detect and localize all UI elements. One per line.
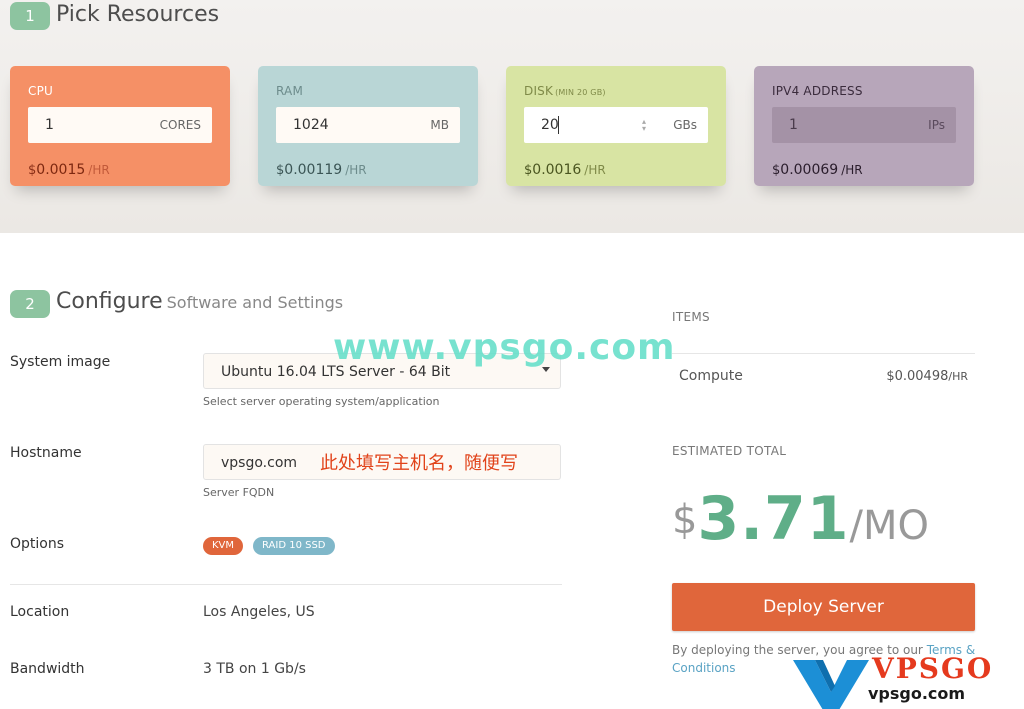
disk-price-per: /HR (584, 163, 606, 177)
deploy-server-button[interactable]: Deploy Server (672, 583, 975, 631)
options-label: Options (10, 536, 65, 552)
hostname-helper: Server FQDN (203, 486, 275, 499)
compute-currency: $ (886, 369, 895, 384)
step-1-badge: 1 (10, 2, 50, 30)
disk-label-min: (MIN 20 GB) (555, 88, 606, 97)
cpu-label: CPU (28, 84, 53, 98)
ipv4-input: 1 IPs (772, 107, 956, 143)
ipv4-value: 1 (789, 117, 798, 133)
location-label: Location (10, 604, 70, 620)
cpu-price-value: 0.0015 (36, 162, 86, 178)
pick-resources-title: Pick Resources (56, 2, 220, 27)
hostname-label: Hostname (10, 445, 82, 461)
raid-tag: RAID 10 SSD (253, 537, 335, 555)
hostname-annotation: 此处填写主机名，随便写 (320, 453, 518, 474)
ram-unit: MB (430, 118, 449, 132)
disk-unit: GBs (673, 118, 697, 132)
items-heading: ITEMS (672, 310, 710, 324)
vpsgo-logo-icon (793, 660, 869, 709)
watermark-text: www.vpsgo.com (333, 327, 676, 368)
compute-item: Compute (679, 368, 743, 384)
ipv4-unit: IPs (928, 118, 945, 132)
hostname-input[interactable]: vpsgo.com 此处填写主机名，随便写 (203, 444, 561, 480)
total-amount: 3.71 (697, 484, 850, 554)
ram-price: $0.00119/HR (276, 162, 367, 178)
cpu-card: CPU 1 CORES $0.0015/HR (10, 66, 230, 186)
logo-url: vpsgo.com (868, 684, 966, 703)
disk-price-value: 0.0016 (532, 162, 582, 178)
cpu-value: 1 (45, 117, 54, 133)
disk-label: DISK (MIN 20 GB) (524, 84, 606, 98)
ram-input[interactable]: 1024 MB (276, 107, 460, 143)
location-value: Los Angeles, US (203, 604, 315, 620)
ipv4-price-per: /HR (841, 163, 863, 177)
configure-subtitle: Software and Settings (166, 293, 344, 312)
compute-price: $0.00498/HR (886, 369, 968, 384)
cpu-input[interactable]: 1 CORES (28, 107, 212, 143)
disk-value: 20 (541, 117, 559, 133)
ram-value: 1024 (293, 117, 329, 133)
cpu-price: $0.0015/HR (28, 162, 110, 178)
disk-card: DISK (MIN 20 GB) 20 ▴ ▾ GBs $0.0016/HR (506, 66, 726, 186)
kvm-tag: KVM (203, 537, 244, 555)
ram-price-per: /HR (345, 163, 367, 177)
system-image-helper: Select server operating system/applicati… (203, 395, 440, 408)
logo-title: VPSGO (872, 652, 994, 685)
cpu-price-per: /HR (88, 163, 110, 177)
step-2-badge: 2 (10, 290, 50, 318)
total-currency: $ (672, 497, 698, 543)
configure-title: Configure Software and Settings (56, 289, 343, 314)
ram-label: RAM (276, 84, 304, 98)
ram-card: RAM 1024 MB $0.00119/HR (258, 66, 478, 186)
compute-price-value: 0.00498 (894, 369, 949, 384)
configure-title-text: Configure (56, 289, 163, 314)
bandwidth-label: Bandwidth (10, 661, 85, 677)
ipv4-card: IPV4 ADDRESS 1 IPs $0.00069/HR (754, 66, 974, 186)
total-per: /MO (849, 503, 929, 549)
disk-label-text: DISK (524, 84, 554, 98)
cpu-unit: CORES (159, 118, 201, 132)
bandwidth-value: 3 TB on 1 Gb/s (203, 661, 306, 677)
disk-input[interactable]: 20 ▴ ▾ GBs (524, 107, 708, 143)
estimated-total: $3.71/MO (672, 484, 929, 554)
hostname-value: vpsgo.com (221, 455, 298, 471)
ram-price-value: 0.00119 (284, 162, 343, 178)
ipv4-price: $0.00069/HR (772, 162, 863, 178)
estimated-total-heading: ESTIMATED TOTAL (672, 444, 787, 458)
ipv4-price-value: 0.00069 (780, 162, 839, 178)
system-image-label: System image (10, 354, 111, 370)
compute-price-per: /HR (948, 370, 968, 383)
spinner-icon[interactable]: ▴ ▾ (642, 118, 646, 133)
ipv4-label: IPV4 ADDRESS (772, 84, 863, 98)
text-caret (558, 116, 559, 134)
disk-price: $0.0016/HR (524, 162, 606, 178)
items-divider (672, 353, 975, 354)
pick-resources-section: 1 Pick Resources CPU 1 CORES $0.0015/HR … (0, 0, 1024, 233)
options-divider (10, 584, 562, 585)
